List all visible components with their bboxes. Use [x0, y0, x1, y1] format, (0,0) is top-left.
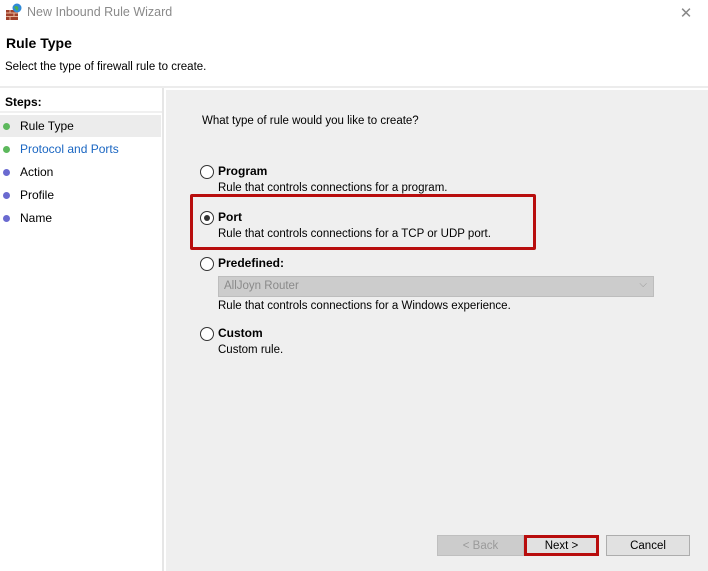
step-pending-icon: [3, 214, 10, 222]
predefined-radio[interactable]: [200, 257, 214, 271]
question-text: What type of rule would you like to crea…: [202, 115, 419, 127]
chevron-down-icon: ⌵: [639, 279, 647, 290]
close-button[interactable]: ✕: [664, 0, 708, 26]
option-label[interactable]: Program: [218, 164, 267, 178]
step-action: Action: [0, 161, 161, 183]
title-bar: New Inbound Rule Wizard ✕: [0, 0, 708, 26]
step-profile: Profile: [0, 184, 161, 206]
predefined-dropdown[interactable]: AllJoyn Router ⌵: [218, 276, 654, 297]
step-rule-type: Rule Type: [0, 115, 161, 137]
step-complete-icon: [3, 145, 10, 153]
step-label: Rule Type: [20, 119, 74, 133]
step-protocol-and-ports[interactable]: Protocol and Ports: [0, 138, 161, 160]
program-radio[interactable]: [200, 165, 214, 179]
step-label[interactable]: Protocol and Ports: [20, 142, 119, 156]
option-description: Rule that controls connections for a Win…: [218, 300, 511, 312]
cancel-button[interactable]: Cancel: [606, 535, 690, 556]
page-title: Rule Type: [6, 35, 72, 51]
option-description: Rule that controls connections for a TCP…: [218, 228, 491, 240]
step-label: Name: [20, 211, 53, 225]
dropdown-value: AllJoyn Router: [224, 280, 299, 292]
radio-selected-dot: [204, 215, 210, 221]
port-radio[interactable]: [200, 211, 214, 225]
option-label[interactable]: Custom: [218, 326, 263, 340]
next-button[interactable]: Next >: [524, 535, 599, 556]
firewall-icon: [6, 3, 22, 20]
wizard-header: Rule Type Select the type of firewall ru…: [0, 26, 708, 86]
close-icon: ✕: [679, 5, 693, 22]
steps-divider: [0, 111, 162, 113]
steps-heading: Steps:: [5, 95, 42, 109]
option-label[interactable]: Predefined:: [218, 256, 284, 270]
steps-panel-border: [162, 88, 164, 571]
option-label[interactable]: Port: [218, 210, 242, 224]
content-panel: What type of rule would you like to crea…: [166, 90, 708, 571]
step-label: Action: [20, 165, 54, 179]
step-pending-icon: [3, 191, 10, 199]
custom-radio[interactable]: [200, 327, 214, 341]
step-pending-icon: [3, 168, 10, 176]
step-name: Name: [0, 207, 161, 229]
window-title: New Inbound Rule Wizard: [27, 5, 173, 19]
page-subtitle: Select the type of firewall rule to crea…: [5, 61, 207, 73]
back-button[interactable]: < Back: [437, 535, 524, 556]
option-description: Custom rule.: [218, 344, 284, 356]
step-complete-icon: [3, 122, 10, 130]
option-description: Rule that controls connections for a pro…: [218, 182, 448, 194]
step-label: Profile: [20, 188, 55, 202]
steps-panel: Steps: Rule Type Protocol and Ports Acti…: [0, 88, 162, 571]
